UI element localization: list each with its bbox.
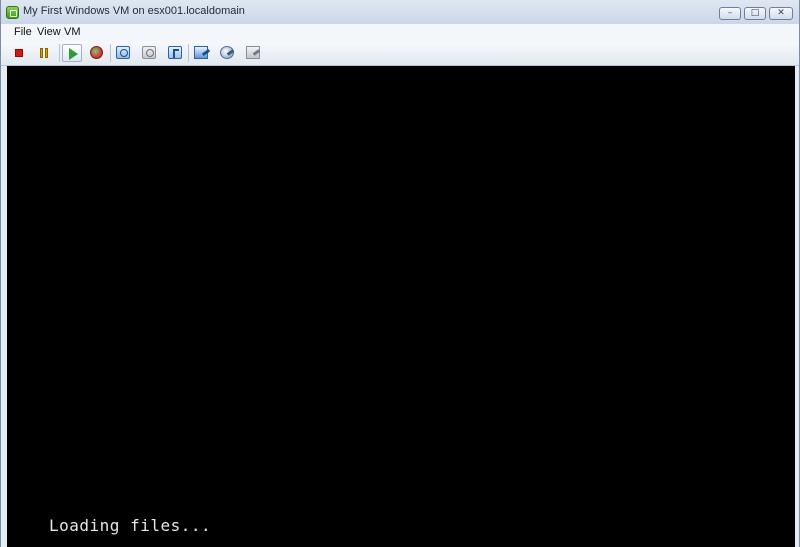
toolbar-separator [59, 44, 60, 62]
window-title: My First Windows VM on esx001.localdomai… [23, 5, 245, 17]
reset-icon [90, 46, 103, 59]
menu-bar: File View VM [1, 24, 799, 41]
menu-vm[interactable]: VM [64, 26, 81, 38]
toolbar-separator [110, 44, 111, 62]
menu-file[interactable]: File [14, 26, 32, 38]
power-on-button[interactable] [62, 44, 82, 62]
connect-devices-button[interactable] [217, 44, 237, 62]
connect-devices-icon [220, 46, 234, 59]
vm-console-window: My First Windows VM on esx001.localdomai… [0, 0, 800, 547]
reset-button[interactable] [87, 44, 107, 62]
suspend-button[interactable] [35, 44, 55, 62]
revert-snapshot-button[interactable] [139, 44, 159, 62]
vmware-tools-icon [246, 46, 260, 59]
snapshot-manager-button[interactable] [165, 44, 185, 62]
edit-settings-icon [194, 46, 208, 59]
toolbar [1, 41, 799, 66]
suspend-icon-bar [45, 48, 48, 58]
minimize-icon: – [727, 8, 733, 18]
power-on-icon [69, 48, 78, 60]
suspend-icon [40, 48, 43, 58]
title-bar[interactable]: My First Windows VM on esx001.localdomai… [1, 0, 799, 25]
power-off-button[interactable] [10, 44, 30, 62]
power-off-icon [15, 49, 23, 57]
take-snapshot-icon [116, 46, 130, 59]
vsphere-console-icon [6, 6, 19, 19]
vmware-tools-button[interactable] [243, 44, 263, 62]
maximize-icon: □ [750, 8, 760, 18]
revert-snapshot-icon [142, 46, 156, 59]
console-output-text: Loading files... [49, 516, 212, 535]
vm-console-screen[interactable]: Loading files... [7, 66, 795, 547]
snapshot-manager-icon [168, 46, 182, 59]
menu-view[interactable]: View [37, 26, 61, 38]
edit-settings-button[interactable] [191, 44, 211, 62]
toolbar-separator [188, 44, 189, 62]
maximize-button[interactable]: □ [744, 7, 766, 20]
take-snapshot-button[interactable] [113, 44, 133, 62]
close-icon: ✕ [777, 8, 785, 18]
close-button[interactable]: ✕ [769, 7, 793, 20]
minimize-button[interactable]: – [719, 7, 741, 20]
